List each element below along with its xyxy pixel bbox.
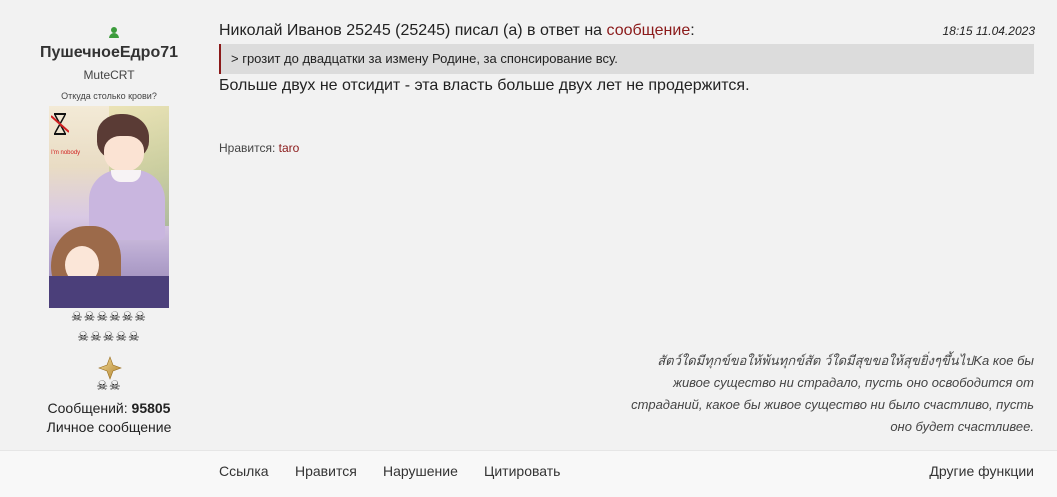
post-timestamp: 18:15 11.04.2023 [942,24,1035,38]
forum-post: ПушечноеЕдро71 MuteCRT Откуда столько кр… [0,0,1057,497]
award-icons: ☠☠☠☠☠☠ [71,310,147,325]
reply-source-link[interactable]: сообщение [607,22,691,39]
post-body: Больше двух не отсидит - эта власть боль… [219,77,750,94]
avatar-overlay-text: I'm nobody [51,150,81,156]
avatar[interactable]: I'm nobody [49,106,169,308]
likes-line: Нравится: taro [219,141,300,155]
user-title: MuteCRT [83,68,135,82]
user-signature: สัตว์ใดมีทุกข์ขอให้พ้นทุกข์สัต ว์ใดมีสุข… [631,353,1034,434]
quote-button[interactable]: Цитировать [484,463,560,479]
private-message-link[interactable]: Личное сообщение [0,419,218,435]
user-info-panel: ПушечноеЕдро71 MuteCRT Откуда столько кр… [0,0,218,450]
award-icons: ☠☠ [96,379,122,394]
online-user-icon [109,27,119,39]
like-button[interactable]: Нравится [295,463,357,479]
report-button[interactable]: Нарушение [383,463,458,479]
user-status-text: Откуда столько крови? [61,91,157,101]
liker-link[interactable]: taro [279,141,300,155]
post-header: Николай Иванов 25245 (25245) писал (а) в… [219,22,695,39]
other-functions-button[interactable]: Другие функции [929,463,1034,479]
quote-block: > грозит до двадцатки за измену Родине, … [219,44,1034,74]
link-button[interactable]: Ссылка [219,463,269,479]
award-icons: ☠☠☠☠☠ [77,330,141,345]
post-count: Сообщений: 95805 [47,400,171,416]
gold-star-icon [98,356,122,380]
username[interactable]: ПушечноеЕдро71 [0,44,218,62]
hourglass-icon [51,113,69,135]
post-actions-bar: Ссылка Нравится Нарушение Цитировать Дру… [0,450,1057,497]
reply-author-text: Николай Иванов 25245 (25245) писал (а) в… [219,22,603,39]
